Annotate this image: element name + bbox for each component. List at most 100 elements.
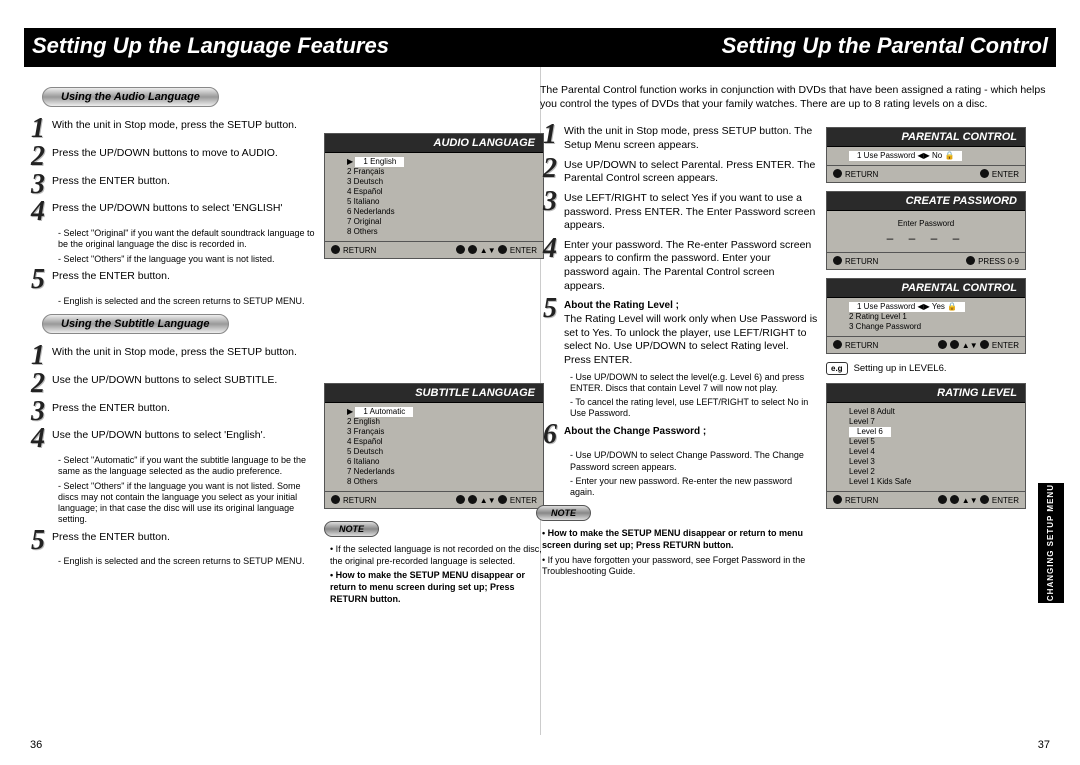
osd-enter: ▲▼ ENTER (938, 495, 1019, 505)
step-subnote: To cancel the rating level, use LEFT/RIG… (570, 397, 818, 420)
step-text: With the unit in Stop mode, press SETUP … (564, 123, 818, 152)
step-text: Press the ENTER button. (52, 173, 170, 197)
step-text: Use the UP/DOWN buttons to select 'Engli… (52, 427, 266, 451)
step-subnote: English is selected and the screen retur… (58, 296, 316, 307)
osd-enter: ENTER (980, 169, 1019, 179)
osd-return: RETURN (331, 245, 376, 255)
osd-row: 2 English (347, 417, 535, 427)
osd-return: RETURN (331, 495, 376, 505)
intro-text: The Parental Control function works in c… (540, 83, 1052, 111)
osd-row: 2 Rating Level 1 (849, 312, 1017, 322)
osd-row: 6 Nederlands (347, 207, 535, 217)
osd-heading: AUDIO LANGUAGE (325, 134, 543, 153)
osd-return: RETURN (833, 169, 878, 179)
osd-row: 2 Français (347, 167, 535, 177)
page-title-right: Setting Up the Parental Control (536, 28, 1056, 67)
page-number: 37 (1038, 739, 1050, 751)
osd-heading: CREATE PASSWORD (827, 192, 1025, 211)
osd-row: Level 3 (849, 457, 1017, 467)
page-title-left: Setting Up the Language Features (24, 28, 544, 67)
osd-row: 1 Use Password ◀▶ No (849, 151, 962, 161)
osd-row: Level 1 Kids Safe (849, 477, 1017, 487)
osd-parental-control-1: PARENTAL CONTROL 1 Use Password ◀▶ No RE… (826, 127, 1026, 183)
osd-return: RETURN (833, 256, 878, 266)
note-item: How to make the SETUP MENU disappear or … (330, 570, 544, 605)
step-subnote: Enter your new password. Re-enter the ne… (570, 476, 818, 499)
step-text: Use UP/DOWN to select Parental. Press EN… (564, 157, 818, 186)
step-text: Use LEFT/RIGHT to select Yes if you want… (564, 190, 818, 233)
step-number: 5 (24, 529, 52, 553)
step-number: 1 (24, 117, 52, 141)
step-number: 2 (536, 157, 564, 186)
step-number: 5 (536, 297, 564, 367)
osd-row: 3 Change Password (849, 322, 1017, 332)
step-number: 2 (24, 145, 52, 169)
osd-rating-level: RATING LEVEL Level 8 Adult Level 7 Level… (826, 383, 1026, 509)
step-text: With the unit in Stop mode, press the SE… (52, 344, 297, 368)
step-subnote: Select "Automatic" if you want the subti… (58, 455, 316, 478)
step-text: The Rating Level will work only when Use… (564, 313, 817, 366)
osd-return: RETURN (833, 495, 878, 505)
step-subnote: English is selected and the screen retur… (58, 556, 316, 567)
section-pill-audio: Using the Audio Language (42, 87, 219, 107)
osd-row: 8 Others (347, 477, 535, 487)
step-subnote: Use UP/DOWN to select the level(e.g. Lev… (570, 372, 818, 395)
osd-row: Level 7 (849, 417, 1017, 427)
osd-subtitle-language: SUBTITLE LANGUAGE ▶ 1 Automatic 2 Englis… (324, 383, 544, 509)
osd-heading: PARENTAL CONTROL (827, 279, 1025, 298)
step-subnote: Use UP/DOWN to select Change Password. T… (570, 450, 818, 473)
step-number: 3 (536, 190, 564, 233)
step-number: 1 (24, 344, 52, 368)
step-number: 3 (24, 173, 52, 197)
osd-parental-control-2: PARENTAL CONTROL 1 Use Password ◀▶ Yes 2… (826, 278, 1026, 354)
step-subheading: About the Change Password ; (564, 426, 706, 437)
step-text: Enter your password. The Re-enter Passwo… (564, 237, 818, 294)
step-number: 1 (536, 123, 564, 152)
osd-enter: ▲▼ ENTER (938, 340, 1019, 350)
step-subnote: Select "Original" if you want the defaul… (58, 228, 316, 251)
step-text: Press the ENTER button. (52, 529, 170, 553)
step-number: 6 (536, 423, 564, 447)
osd-row: 4 Español (347, 437, 535, 447)
step-text: Press the UP/DOWN buttons to move to AUD… (52, 145, 278, 169)
osd-label: Enter Password (827, 219, 1025, 228)
osd-row: 7 Nederlands (347, 467, 535, 477)
step-subheading: About the Rating Level ; (564, 300, 679, 311)
step-number: 3 (24, 400, 52, 424)
osd-row: Level 4 (849, 447, 1017, 457)
step-number: 4 (24, 200, 52, 224)
osd-row: 1 English (355, 157, 404, 167)
note-item: If you have forgotten your password, see… (542, 555, 818, 578)
step-subnote: Select "Others" if the language you want… (58, 254, 316, 265)
step-text: Press the ENTER button. (52, 400, 170, 424)
osd-row: Level 8 Adult (849, 407, 1017, 417)
eg-text: Setting up in LEVEL6. (854, 363, 947, 374)
step-subnote: Select "Others" if the language you want… (58, 481, 316, 526)
osd-enter: ▲▼ ENTER (456, 495, 537, 505)
eg-badge: e.g (826, 362, 848, 375)
osd-return: RETURN (833, 340, 878, 350)
step-number: 4 (24, 427, 52, 451)
osd-heading: PARENTAL CONTROL (827, 128, 1025, 147)
osd-heading: SUBTITLE LANGUAGE (325, 384, 543, 403)
note-item: How to make the SETUP MENU disappear or … (542, 528, 818, 551)
osd-create-password: CREATE PASSWORD Enter Password ‒ ‒ ‒ ‒ R… (826, 191, 1026, 270)
osd-row: 8 Others (347, 227, 535, 237)
note-label: NOTE (324, 521, 379, 537)
osd-heading: RATING LEVEL (827, 384, 1025, 403)
osd-row: 5 Italiano (347, 197, 535, 207)
step-text: Press the ENTER button. (52, 268, 170, 292)
osd-row: 7 Original (347, 217, 535, 227)
section-pill-subtitle: Using the Subtitle Language (42, 314, 229, 334)
example-row: e.g Setting up in LEVEL6. (826, 362, 1026, 375)
osd-audio-language: AUDIO LANGUAGE ▶ 1 English 2 Français 3 … (324, 133, 544, 259)
step-number: 4 (536, 237, 564, 294)
osd-enter: ▲▼ ENTER (456, 245, 537, 255)
password-dashes: ‒ ‒ ‒ ‒ (827, 231, 1025, 245)
osd-row: 3 Deutsch (347, 177, 535, 187)
osd-row: 1 Use Password ◀▶ Yes (849, 302, 965, 312)
page-number: 36 (30, 739, 42, 751)
osd-row: Level 2 (849, 467, 1017, 477)
step-number: 2 (24, 372, 52, 396)
osd-row: 3 Français (347, 427, 535, 437)
